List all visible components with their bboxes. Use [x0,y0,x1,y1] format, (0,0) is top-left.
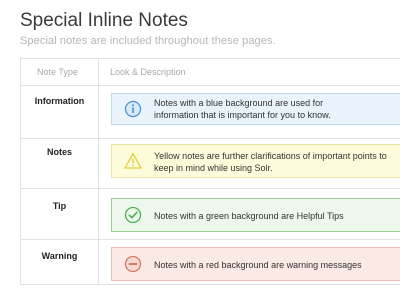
check-circle-icon [124,206,142,224]
note-text-line-2: information that is important for you to… [154,110,331,120]
tip-note-box: Notes with a green background are Helpfu… [111,198,400,232]
warning-triangle-icon [124,152,142,169]
note-text-line-1: Notes with a red background are warning … [154,260,362,270]
notes-table: Note Type Look & Description Information… [20,58,400,285]
note-type-label: Warning [41,251,78,261]
table-header-row: Note Type Look & Description [21,59,400,86]
column-header-note-type: Note Type [37,67,78,77]
page-title: Special Inline Notes [20,10,188,31]
table-row-tip: Tip Notes with a green background are He… [21,189,400,240]
note-text-line-2: keep in mind while using Solr. [154,163,273,173]
info-icon [124,100,142,118]
minus-circle-icon [124,255,142,273]
warning-note-box: Notes with a red background are warning … [111,247,400,281]
notes-note-box: Yellow notes are further clarifications … [111,144,400,178]
column-header-look-description: Look & Description [110,67,186,77]
note-type-label: Notes [46,147,72,157]
note-type-label: Tip [52,201,67,211]
table-row-notes: Notes Yellow notes are further clarifica… [21,139,400,189]
info-note-box: Notes with a blue background are used fo… [111,93,400,125]
table-row-information: Information Notes with a blue background… [21,86,400,139]
note-text-line-1: Notes with a blue background are used fo… [154,98,324,108]
note-text-line-1: Yellow notes are further clarifications … [154,151,387,161]
note-text-line-1: Notes with a green background are Helpfu… [154,211,344,221]
note-type-label: Information [34,96,85,106]
page-subtitle: Special notes are included throughout th… [20,35,276,47]
table-row-warning: Warning Notes with a red background are … [21,240,400,286]
